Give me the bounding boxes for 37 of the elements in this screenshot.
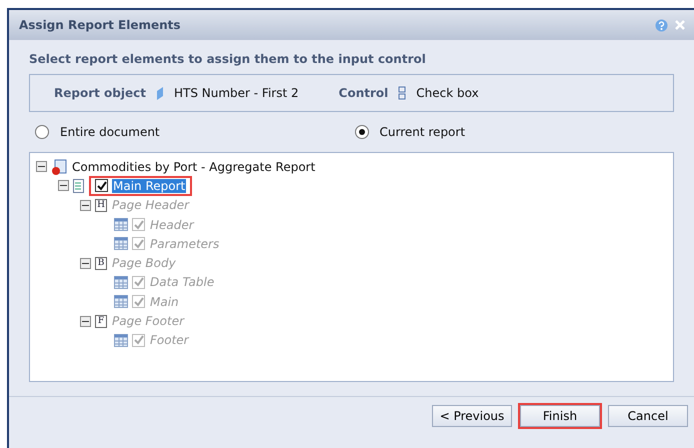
- checkbox[interactable]: [95, 179, 108, 192]
- table-icon: [114, 334, 128, 347]
- window-title: Assign Report Elements: [19, 18, 181, 32]
- tree-item[interactable]: Main Report: [112, 178, 186, 193]
- collapse-toggle[interactable]: [80, 258, 91, 269]
- help-icon[interactable]: [655, 18, 668, 32]
- field-value: Check box: [416, 86, 479, 100]
- section-icon: F: [95, 314, 107, 328]
- radio-button[interactable]: [354, 125, 368, 139]
- collapse-toggle[interactable]: [80, 316, 91, 327]
- section-icon: H: [95, 198, 107, 212]
- table-icon: [114, 295, 128, 308]
- dialog-button[interactable]: Cancel: [608, 405, 688, 427]
- field-value: HTS Number - First 2: [174, 86, 299, 100]
- dimension-icon: [156, 86, 164, 100]
- tree-item[interactable]: Commodities by Port - Aggregate Report: [71, 160, 316, 174]
- radio-label: Current report: [378, 125, 466, 139]
- collapse-toggle[interactable]: [80, 200, 91, 211]
- table-icon: [114, 237, 128, 250]
- report-document-icon: [51, 158, 67, 175]
- radio-label: Entire document: [59, 125, 161, 139]
- table-icon: [114, 218, 128, 232]
- collapse-toggle[interactable]: [36, 161, 47, 172]
- page-icon: [73, 178, 85, 193]
- section-icon: B: [95, 256, 107, 270]
- radio-button[interactable]: [35, 125, 49, 139]
- collapse-toggle[interactable]: [58, 180, 69, 192]
- instruction-text: Select report elements to assign them to the input control: [29, 52, 427, 66]
- field-label: Report object: [54, 86, 146, 100]
- tree-item[interactable]: Page Footer: [111, 314, 186, 328]
- table-icon: [114, 276, 128, 289]
- dialog-button[interactable]: < Previous: [432, 405, 512, 427]
- field-label: Control: [338, 86, 388, 100]
- tree-item[interactable]: Page Body: [111, 256, 177, 270]
- tree-item[interactable]: Page Header: [111, 198, 190, 212]
- dialog-button[interactable]: Finish: [520, 405, 600, 427]
- checkbox-icon: [398, 86, 406, 100]
